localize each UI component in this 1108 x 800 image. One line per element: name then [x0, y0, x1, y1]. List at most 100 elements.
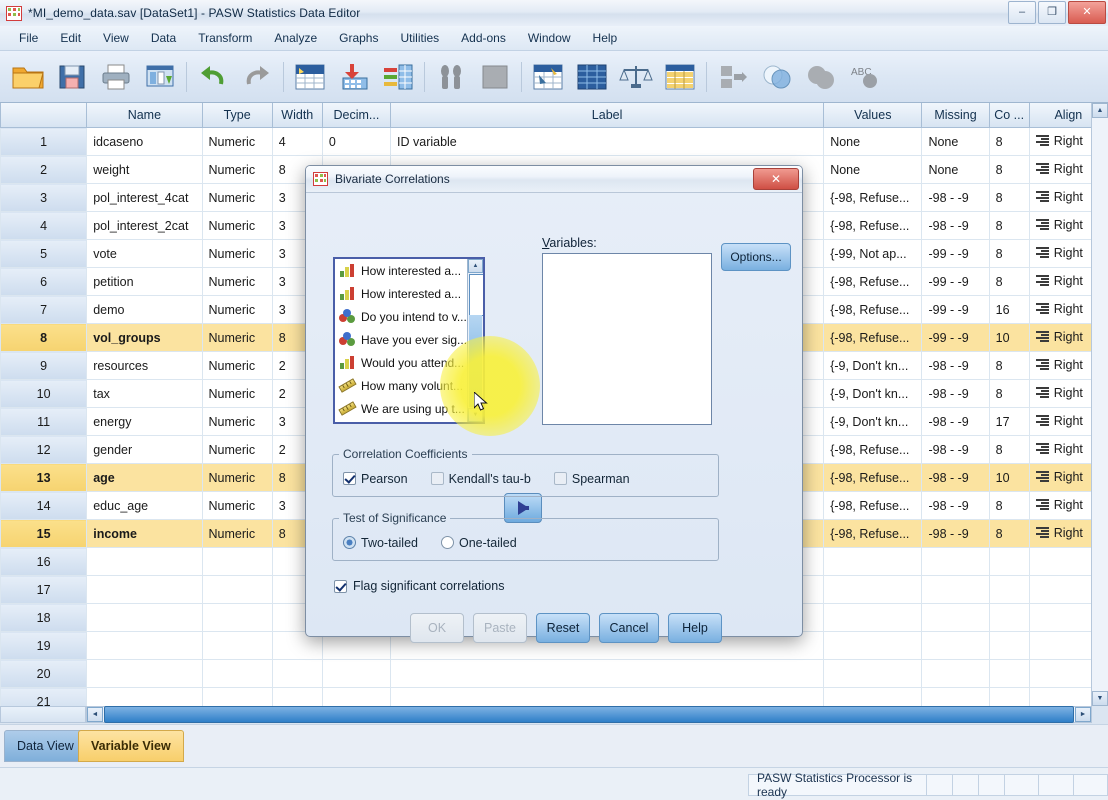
cell-type[interactable]: Numeric — [201, 295, 273, 324]
cell-missing[interactable] — [921, 547, 990, 576]
cell-type[interactable]: Numeric — [201, 519, 273, 548]
goto-variable-icon[interactable] — [332, 55, 376, 99]
cell-width[interactable]: 4 — [271, 127, 323, 156]
one-tailed-radio[interactable] — [440, 536, 454, 549]
cell-name[interactable]: energy — [86, 407, 203, 436]
cell-missing[interactable]: None — [921, 155, 990, 184]
menu-utilities[interactable]: Utilities — [389, 28, 450, 48]
cell-type[interactable]: Numeric — [201, 407, 273, 436]
col-header-decimals[interactable]: Decim... — [321, 103, 392, 128]
menu-transform[interactable]: Transform — [187, 28, 263, 48]
menu-data[interactable]: Data — [140, 28, 187, 48]
cell-columns[interactable]: 8 — [988, 379, 1030, 408]
cell-values[interactable]: {-98, Refuse... — [823, 491, 923, 520]
menu-window[interactable]: Window — [517, 28, 582, 48]
cell-name[interactable] — [86, 687, 203, 706]
vertical-scroll-track[interactable] — [1092, 119, 1108, 690]
cell-missing[interactable] — [921, 659, 990, 688]
spearman-label[interactable]: Spearman — [572, 472, 630, 486]
col-header-columns[interactable]: Co ... — [988, 103, 1030, 128]
cell-type[interactable]: Numeric — [201, 323, 273, 352]
pearson-checkbox[interactable] — [343, 472, 356, 485]
cell-type[interactable]: Numeric — [201, 491, 273, 520]
cell-values[interactable] — [823, 547, 923, 576]
row-number[interactable]: 9 — [0, 351, 88, 380]
cell-values[interactable] — [823, 659, 923, 688]
row-number[interactable]: 10 — [0, 379, 88, 408]
cell-type[interactable]: Numeric — [201, 463, 273, 492]
cell-name[interactable]: gender — [86, 435, 203, 464]
row-number[interactable]: 18 — [0, 603, 88, 632]
cell-width[interactable] — [271, 687, 323, 706]
undo-icon[interactable] — [191, 55, 235, 99]
maximize-button[interactable]: ❐ — [1038, 1, 1066, 24]
cell-missing[interactable]: -99 - -9 — [921, 267, 990, 296]
cell-missing[interactable] — [921, 575, 990, 604]
cell-values[interactable] — [823, 687, 923, 706]
cell-missing[interactable]: -98 - -9 — [921, 435, 990, 464]
scroll-down-icon[interactable]: ▼ — [1092, 691, 1108, 706]
row-number[interactable]: 1 — [0, 127, 88, 156]
cell-values[interactable]: {-9, Don't kn... — [823, 379, 923, 408]
cell-type[interactable]: Numeric — [201, 239, 273, 268]
row-number[interactable]: 19 — [0, 631, 88, 660]
cell-columns[interactable] — [988, 603, 1030, 632]
source-list-scroll-track[interactable] — [469, 315, 482, 407]
menu-help[interactable]: Help — [582, 28, 629, 48]
col-header-missing[interactable]: Missing — [921, 103, 990, 128]
cell-missing[interactable]: -98 - -9 — [921, 463, 990, 492]
spell-check-group-icon[interactable] — [799, 55, 843, 99]
row-number[interactable]: 3 — [0, 183, 88, 212]
show-all-variables-icon[interactable] — [755, 55, 799, 99]
source-list-scroll-up-icon[interactable]: ▲ — [468, 259, 483, 273]
col-header-label[interactable]: Label — [390, 103, 825, 128]
source-list-scroll-thumb[interactable] — [469, 274, 483, 316]
cell-decimals[interactable]: 0 — [321, 127, 392, 156]
cancel-button[interactable]: Cancel — [599, 613, 659, 643]
cell-columns[interactable]: 8 — [988, 239, 1030, 268]
row-number[interactable]: 17 — [0, 575, 88, 604]
cell-missing[interactable]: -98 - -9 — [921, 519, 990, 548]
cell-type[interactable]: Numeric — [201, 155, 273, 184]
cell-missing[interactable]: None — [921, 127, 990, 156]
cell-width[interactable] — [271, 659, 323, 688]
tab-variable-view[interactable]: Variable View — [78, 730, 184, 762]
cell-type[interactable] — [201, 659, 273, 688]
row-number[interactable]: 14 — [0, 491, 88, 520]
source-variable-item[interactable]: How many volunt... — [335, 374, 483, 397]
menu-add-ons[interactable]: Add-ons — [450, 28, 517, 48]
kendalls-tau-b-checkbox[interactable] — [430, 472, 444, 485]
row-number[interactable]: 6 — [0, 267, 88, 296]
cell-columns[interactable] — [988, 659, 1030, 688]
menu-graphs[interactable]: Graphs — [328, 28, 389, 48]
cell-columns[interactable]: 8 — [988, 491, 1030, 520]
cell-label[interactable] — [390, 659, 825, 688]
source-variable-item[interactable]: Do you intend to v... — [335, 305, 483, 328]
pearson-label[interactable]: Pearson — [361, 472, 408, 486]
cell-name[interactable]: vote — [86, 239, 203, 268]
close-button[interactable]: ✕ — [1068, 1, 1106, 24]
source-variable-item[interactable]: How interested a... — [335, 282, 483, 305]
cell-decimals[interactable] — [321, 659, 392, 688]
source-variable-item[interactable]: Would you attend... — [335, 351, 483, 374]
cell-name[interactable]: educ_age — [86, 491, 203, 520]
cell-name[interactable]: pol_interest_2cat — [86, 211, 203, 240]
two-tailed-label[interactable]: Two-tailed — [361, 536, 418, 550]
source-list-scroll-down-icon[interactable]: ▼ — [468, 408, 483, 422]
col-header-rownum[interactable] — [0, 103, 88, 128]
cell-label[interactable] — [390, 687, 825, 706]
col-header-name[interactable]: Name — [86, 103, 203, 128]
cell-columns[interactable] — [988, 687, 1030, 706]
split-file-icon[interactable] — [526, 55, 570, 99]
cell-type[interactable]: Numeric — [201, 211, 273, 240]
scroll-right-icon[interactable]: ► — [1075, 707, 1091, 722]
cell-name[interactable]: vol_groups — [86, 323, 203, 352]
row-number[interactable]: 15 — [0, 519, 88, 548]
minimize-button[interactable]: – — [1008, 1, 1036, 24]
menu-edit[interactable]: Edit — [49, 28, 92, 48]
row-number[interactable]: 16 — [0, 547, 88, 576]
cell-type[interactable]: Numeric — [201, 183, 273, 212]
cell-missing[interactable]: -98 - -9 — [921, 211, 990, 240]
cell-name[interactable] — [86, 575, 203, 604]
table-row[interactable]: 20 — [0, 659, 1108, 688]
